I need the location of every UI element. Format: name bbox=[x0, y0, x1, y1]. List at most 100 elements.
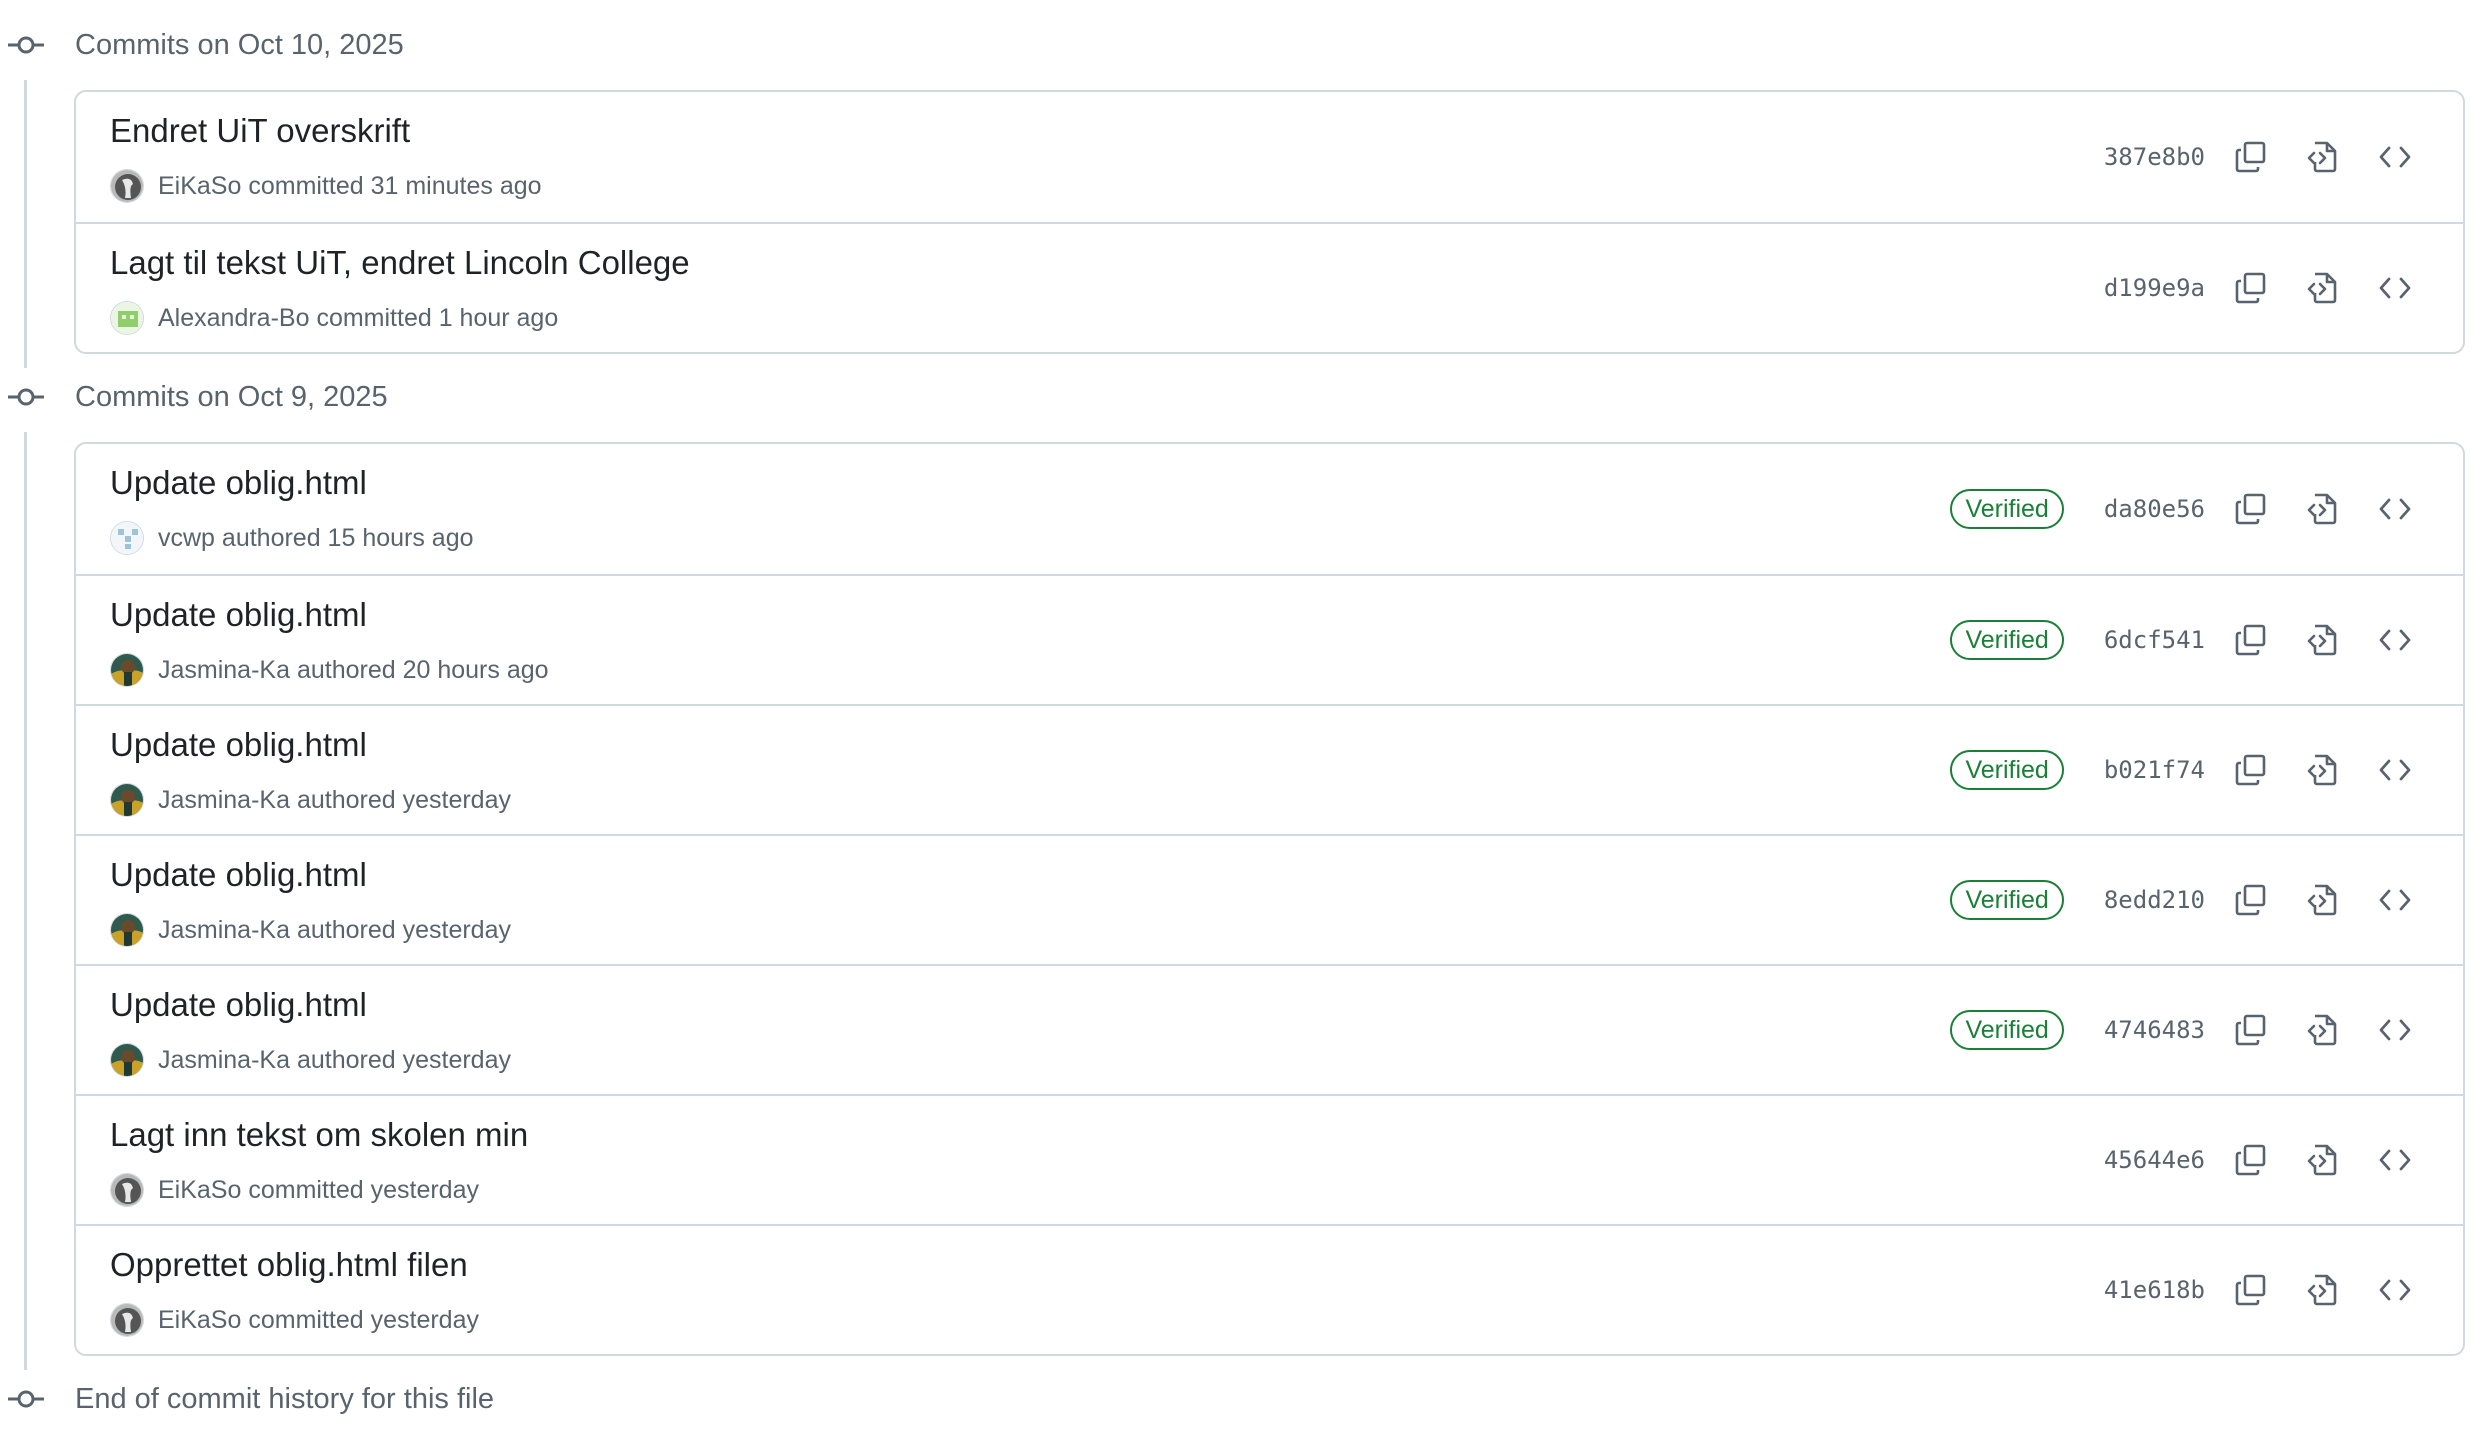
copy-sha-button[interactable] bbox=[2225, 744, 2277, 796]
commit-sha-link[interactable]: 4746483 bbox=[2104, 1016, 2205, 1044]
commit-title-link[interactable]: Lagt inn tekst om skolen min bbox=[110, 1116, 528, 1154]
copy-sha-button[interactable] bbox=[2225, 483, 2277, 535]
browse-code-button[interactable] bbox=[2369, 1264, 2421, 1316]
avatar[interactable] bbox=[110, 169, 144, 203]
verified-badge[interactable]: Verified bbox=[1950, 750, 2064, 790]
author-link[interactable]: EiKaSo bbox=[158, 1176, 241, 1204]
timeline-line bbox=[24, 80, 27, 368]
view-file-button[interactable] bbox=[2297, 1134, 2349, 1186]
commit-action-time: authored yesterday bbox=[296, 915, 511, 944]
copy-sha-button[interactable] bbox=[2225, 262, 2277, 314]
commit-action-time: committed yesterday bbox=[248, 1175, 479, 1204]
browse-code-button[interactable] bbox=[2369, 483, 2421, 535]
copy-icon bbox=[2235, 141, 2266, 173]
copy-sha-button[interactable] bbox=[2225, 131, 2277, 183]
view-file-button[interactable] bbox=[2297, 262, 2349, 314]
code-icon bbox=[2379, 629, 2411, 651]
commit-sha-link[interactable]: d199e9a bbox=[2104, 274, 2205, 302]
author-link[interactable]: Jasmina-Ka bbox=[158, 656, 290, 684]
browse-code-button[interactable] bbox=[2369, 744, 2421, 796]
avatar-image bbox=[111, 654, 143, 686]
file-code-icon bbox=[2307, 1274, 2337, 1306]
browse-code-button[interactable] bbox=[2369, 262, 2421, 314]
avatar[interactable] bbox=[110, 301, 144, 335]
commit-row: Lagt til tekst UiT, endret Lincoln Colle… bbox=[76, 222, 2463, 352]
view-file-button[interactable] bbox=[2297, 744, 2349, 796]
author-link[interactable]: EiKaSo bbox=[158, 172, 241, 200]
commit-title-link[interactable]: Lagt til tekst UiT, endret Lincoln Colle… bbox=[110, 244, 690, 282]
avatar[interactable] bbox=[110, 783, 144, 817]
browse-code-button[interactable] bbox=[2369, 131, 2421, 183]
commit-sha-link[interactable]: 387e8b0 bbox=[2104, 143, 2205, 171]
timeline-line bbox=[24, 432, 27, 1370]
commit-history: Commits on Oct 10, 2025 Endret UiT overs… bbox=[0, 0, 2480, 1438]
verified-badge[interactable]: Verified bbox=[1950, 620, 2064, 660]
commit-action-time: authored yesterday bbox=[296, 785, 511, 814]
view-file-button[interactable] bbox=[2297, 131, 2349, 183]
commit-byline: Jasmina-Ka authored 20 hours ago bbox=[158, 656, 549, 685]
avatar[interactable] bbox=[110, 653, 144, 687]
browse-code-button[interactable] bbox=[2369, 874, 2421, 926]
browse-code-button[interactable] bbox=[2369, 1134, 2421, 1186]
avatar-image bbox=[111, 1174, 143, 1206]
view-file-button[interactable] bbox=[2297, 874, 2349, 926]
copy-sha-button[interactable] bbox=[2225, 1264, 2277, 1316]
commit-meta: Alexandra-Bo committed 1 hour ago bbox=[110, 300, 558, 336]
commit-title-link[interactable]: Update oblig.html bbox=[110, 464, 367, 502]
copy-sha-button[interactable] bbox=[2225, 614, 2277, 666]
commit-sha-link[interactable]: 45644e6 bbox=[2104, 1146, 2205, 1174]
commit-actions: d199e9a bbox=[2104, 224, 2463, 352]
commit-title-link[interactable]: Update oblig.html bbox=[110, 986, 367, 1024]
author-link[interactable]: Jasmina-Ka bbox=[158, 1046, 290, 1074]
author-link[interactable]: Jasmina-Ka bbox=[158, 916, 290, 944]
commit-sha-link[interactable]: b021f74 bbox=[2104, 756, 2205, 784]
commit-title-link[interactable]: Opprettet oblig.html filen bbox=[110, 1246, 468, 1284]
commit-row: Endret UiT overskrift EiKaSo committed 3… bbox=[76, 92, 2463, 222]
view-file-button[interactable] bbox=[2297, 614, 2349, 666]
commit-byline: EiKaSo committed yesterday bbox=[158, 1306, 479, 1335]
end-text: End of commit history for this file bbox=[75, 1382, 495, 1415]
copy-sha-button[interactable] bbox=[2225, 874, 2277, 926]
author-link[interactable]: Alexandra-Bo bbox=[158, 304, 309, 332]
copy-icon bbox=[2235, 272, 2266, 304]
commit-title-link[interactable]: Update oblig.html bbox=[110, 856, 367, 894]
author-link[interactable]: vcwp bbox=[158, 524, 215, 552]
commit-actions: 45644e6 bbox=[2104, 1096, 2463, 1224]
avatar[interactable] bbox=[110, 1303, 144, 1337]
commit-sha-link[interactable]: da80e56 bbox=[2104, 495, 2205, 523]
commit-title-link[interactable]: Update oblig.html bbox=[110, 596, 367, 634]
commit-row: Update oblig.html Jasmina-Ka authored 20… bbox=[76, 574, 2463, 704]
commit-byline: Jasmina-Ka authored yesterday bbox=[158, 916, 511, 945]
avatar[interactable] bbox=[110, 1043, 144, 1077]
verified-badge[interactable]: Verified bbox=[1950, 1010, 2064, 1050]
commit-meta: EiKaSo committed 31 minutes ago bbox=[110, 168, 542, 204]
copy-sha-button[interactable] bbox=[2225, 1134, 2277, 1186]
browse-code-button[interactable] bbox=[2369, 1004, 2421, 1056]
commit-actions: Verified 8edd210 bbox=[1950, 836, 2463, 964]
commit-sha-link[interactable]: 6dcf541 bbox=[2104, 626, 2205, 654]
commit-meta: Jasmina-Ka authored yesterday bbox=[110, 1042, 511, 1078]
view-file-button[interactable] bbox=[2297, 1264, 2349, 1316]
avatar[interactable] bbox=[110, 913, 144, 947]
browse-code-button[interactable] bbox=[2369, 614, 2421, 666]
verified-badge[interactable]: Verified bbox=[1950, 880, 2064, 920]
view-file-button[interactable] bbox=[2297, 483, 2349, 535]
author-link[interactable]: EiKaSo bbox=[158, 1306, 241, 1334]
code-icon bbox=[2379, 498, 2411, 520]
commit-action-time: committed yesterday bbox=[248, 1305, 479, 1334]
avatar[interactable] bbox=[110, 1173, 144, 1207]
author-link[interactable]: Jasmina-Ka bbox=[158, 786, 290, 814]
commit-sha-link[interactable]: 8edd210 bbox=[2104, 886, 2205, 914]
commit-sha-link[interactable]: 41e618b bbox=[2104, 1276, 2205, 1304]
avatar[interactable] bbox=[110, 521, 144, 555]
avatar-image bbox=[111, 784, 143, 816]
copy-icon bbox=[2235, 493, 2266, 525]
copy-sha-button[interactable] bbox=[2225, 1004, 2277, 1056]
file-code-icon bbox=[2307, 624, 2337, 656]
view-file-button[interactable] bbox=[2297, 1004, 2349, 1056]
commit-title-link[interactable]: Endret UiT overskrift bbox=[110, 112, 410, 150]
code-icon bbox=[2379, 889, 2411, 911]
verified-badge[interactable]: Verified bbox=[1950, 489, 2064, 529]
copy-icon bbox=[2235, 1014, 2266, 1046]
commit-title-link[interactable]: Update oblig.html bbox=[110, 726, 367, 764]
